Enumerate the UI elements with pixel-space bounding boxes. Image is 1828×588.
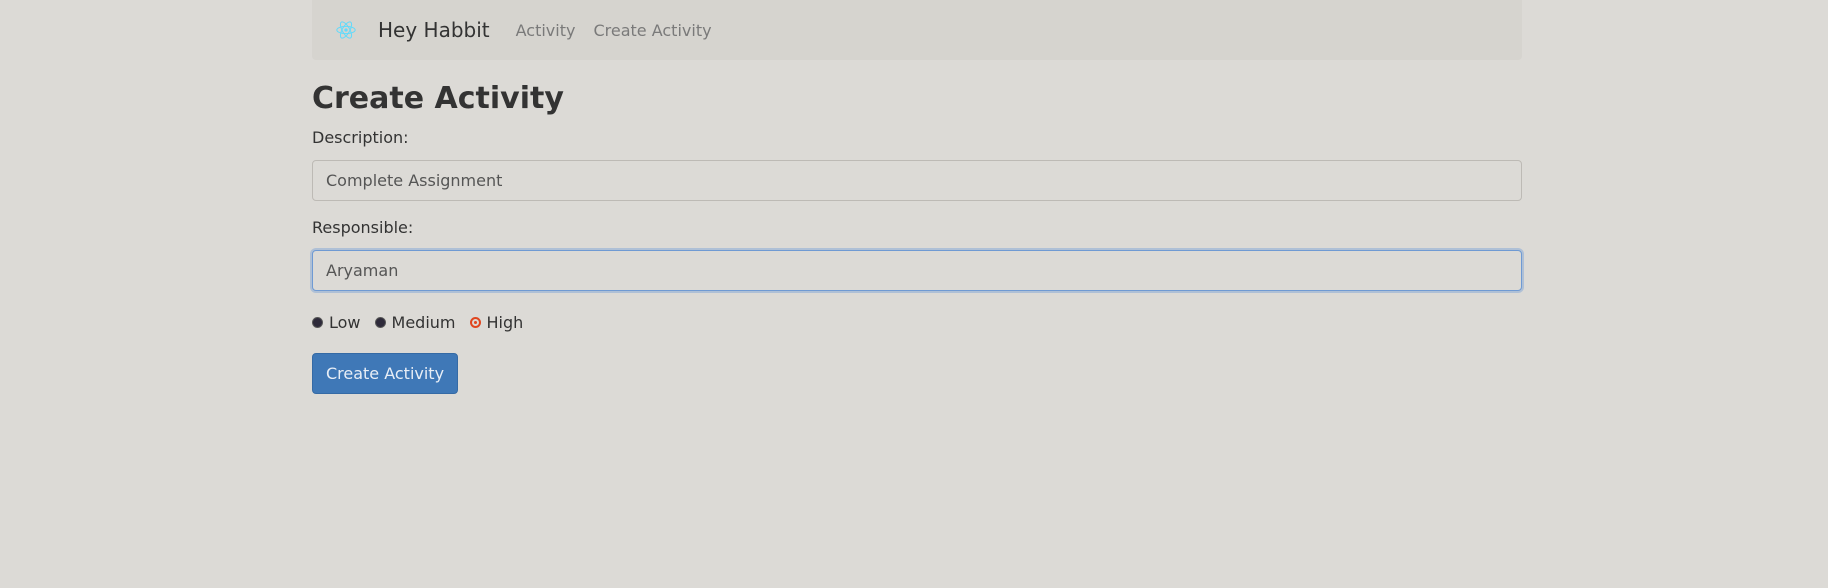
react-logo-icon[interactable] (334, 18, 358, 42)
responsible-input[interactable] (312, 250, 1522, 291)
priority-radio-medium[interactable] (374, 317, 386, 328)
app-container: Hey Habbit Activity Create Activity Crea… (312, 0, 1522, 394)
brand-name[interactable]: Hey Habbit (378, 18, 490, 42)
priority-radio-low[interactable] (312, 317, 323, 328)
priority-option-medium[interactable]: Medium (374, 313, 456, 332)
priority-option-low[interactable]: Low (312, 313, 361, 332)
priority-radio-high[interactable] (469, 317, 481, 328)
create-activity-button[interactable]: Create Activity (312, 353, 458, 394)
priority-option-high[interactable]: High (469, 313, 524, 332)
nav-link-activity[interactable]: Activity (516, 21, 576, 40)
priority-radio-group: Low Medium High (312, 313, 1522, 332)
priority-label-medium: Medium (391, 313, 456, 332)
responsible-label: Responsible: (312, 218, 414, 237)
description-label: Description: (312, 128, 409, 147)
priority-label-high: High (486, 313, 524, 332)
responsible-group: Responsible: (312, 218, 1522, 291)
page-title: Create Activity (312, 81, 564, 116)
description-input[interactable] (312, 160, 1522, 201)
navbar: Hey Habbit Activity Create Activity (312, 0, 1522, 60)
description-group: Description: (312, 128, 1522, 201)
nav-link-create-activity[interactable]: Create Activity (593, 21, 711, 40)
priority-label-low: Low (329, 313, 361, 332)
